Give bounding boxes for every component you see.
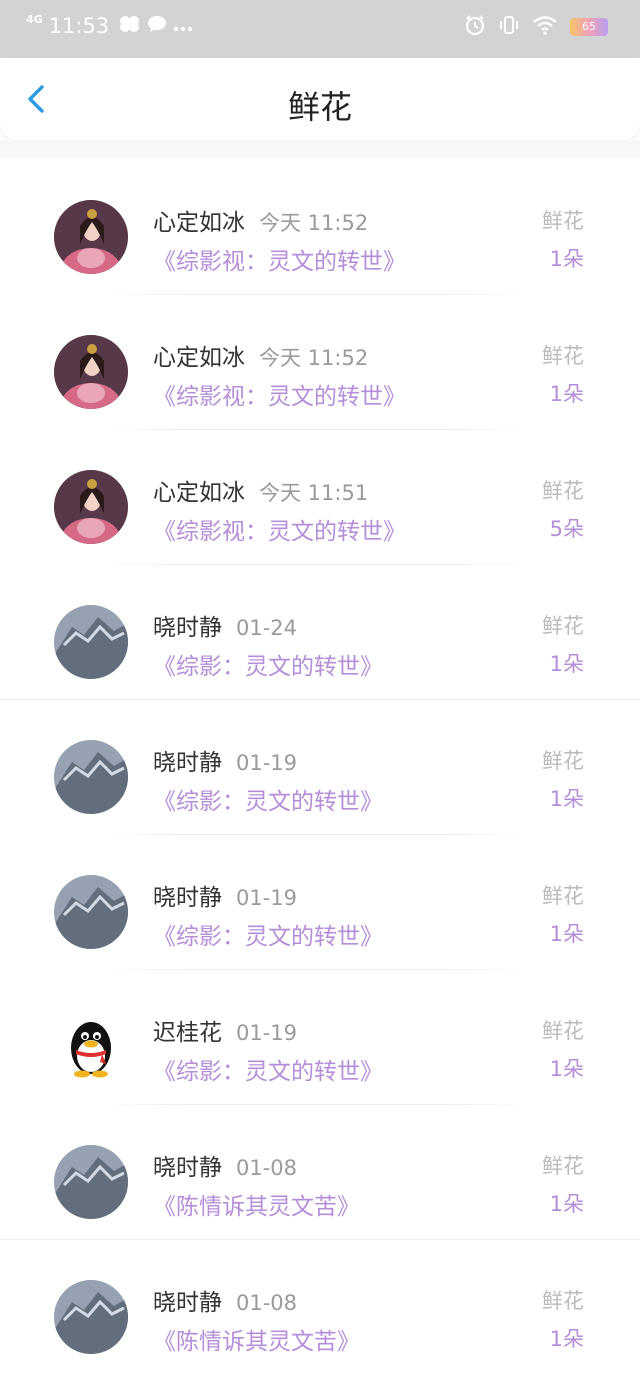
cloud-icon: [119, 15, 141, 38]
gift-type: 鲜花: [542, 1154, 584, 1178]
user-name: 晓时静 01-08: [153, 1148, 297, 1182]
list-item[interactable]: 晓时静 01-08 《陈情诉其灵文苦》 鲜花 1朵: [0, 1240, 640, 1375]
gift-type: 鲜花: [542, 884, 584, 908]
gift-type: 鲜花: [542, 344, 584, 368]
list-item[interactable]: 迟桂花 01-19 《综影：灵文的转世》 鲜花 1朵: [0, 970, 640, 1105]
user-name: 晓时静 01-19: [153, 878, 297, 912]
user-name-text: 晓时静: [153, 1155, 222, 1181]
avatar-mountain[interactable]: [54, 740, 128, 814]
avatar-girl[interactable]: [54, 335, 128, 409]
gift-count: 1朵: [549, 1192, 584, 1216]
user-name-text: 迟桂花: [153, 1020, 222, 1046]
timestamp: 今天 11:51: [259, 481, 369, 505]
avatar-girl[interactable]: [54, 200, 128, 274]
book-title[interactable]: 《综影视：灵文的转世》: [153, 377, 406, 411]
gift-count: 1朵: [549, 247, 584, 271]
gift-count: 1朵: [549, 922, 584, 946]
list-item[interactable]: 晓时静 01-19 《综影：灵文的转世》 鲜花 1朵: [0, 835, 640, 970]
timestamp: 01-19: [236, 751, 298, 775]
avatar-mountain[interactable]: [54, 605, 128, 679]
gift-count: 1朵: [549, 1057, 584, 1081]
user-name: 晓时静 01-24: [153, 608, 297, 642]
gift-type: 鲜花: [542, 614, 584, 638]
wifi-icon: [532, 15, 558, 39]
gift-count: 5朵: [549, 517, 584, 541]
status-bar: 4G 11:53 65: [0, 0, 640, 58]
avatar-mountain[interactable]: [54, 875, 128, 949]
avatar-girl[interactable]: [54, 470, 128, 544]
section-gap: [0, 140, 640, 158]
user-name: 心定如冰 今天 11:52: [153, 338, 368, 372]
page-header: 鲜花: [0, 58, 640, 140]
timestamp: 01-19: [236, 886, 298, 910]
book-title[interactable]: 《综影：灵文的转世》: [153, 917, 383, 951]
user-name-text: 晓时静: [153, 750, 222, 776]
gift-type: 鲜花: [542, 209, 584, 233]
user-name-text: 晓时静: [153, 1290, 222, 1316]
page-title: 鲜花: [287, 88, 352, 126]
avatar-mountain[interactable]: [54, 1145, 128, 1219]
status-right: 65: [464, 14, 608, 40]
status-time: 11:53: [48, 14, 110, 38]
message-icon: [147, 15, 167, 38]
user-name-text: 晓时静: [153, 885, 222, 911]
battery-indicator: 65: [570, 18, 608, 36]
gift-count: 1朵: [549, 787, 584, 811]
alarm-icon: [464, 14, 486, 40]
network-indicator: 4G: [26, 13, 43, 26]
avatar-mountain[interactable]: [54, 1280, 128, 1354]
gift-count: 1朵: [549, 1327, 584, 1351]
timestamp: 今天 11:52: [259, 346, 369, 370]
gift-count: 1朵: [549, 652, 584, 676]
user-name-text: 心定如冰: [153, 210, 245, 236]
list-item[interactable]: 晓时静 01-08 《陈情诉其灵文苦》 鲜花 1朵: [0, 1105, 640, 1240]
list-item[interactable]: 心定如冰 今天 11:52 《综影视：灵文的转世》 鲜花 1朵: [0, 160, 640, 295]
avatar-penguin[interactable]: [54, 1010, 128, 1084]
timestamp: 01-08: [236, 1291, 298, 1315]
gift-type: 鲜花: [542, 749, 584, 773]
more-icon: [173, 16, 193, 37]
user-name-text: 晓时静: [153, 615, 222, 641]
book-title[interactable]: 《综影：灵文的转世》: [153, 782, 383, 816]
flower-list: 心定如冰 今天 11:52 《综影视：灵文的转世》 鲜花 1朵 心定如冰 今天 11…: [0, 160, 640, 1375]
book-title[interactable]: 《综影视：灵文的转世》: [153, 512, 406, 546]
user-name: 心定如冰 今天 11:52: [153, 203, 368, 237]
user-name-text: 心定如冰: [153, 345, 245, 371]
book-title[interactable]: 《陈情诉其灵文苦》: [153, 1187, 360, 1221]
gift-type: 鲜花: [542, 1289, 584, 1313]
book-title[interactable]: 《综影：灵文的转世》: [153, 1052, 383, 1086]
list-item[interactable]: 心定如冰 今天 11:51 《综影视：灵文的转世》 鲜花 5朵: [0, 430, 640, 565]
user-name: 晓时静 01-19: [153, 743, 297, 777]
status-left: 4G 11:53: [26, 14, 199, 38]
timestamp: 01-08: [236, 1156, 298, 1180]
gift-type: 鲜花: [542, 479, 584, 503]
book-title[interactable]: 《综影：灵文的转世》: [153, 647, 383, 681]
user-name: 心定如冰 今天 11:51: [153, 473, 368, 507]
gift-count: 1朵: [549, 382, 584, 406]
list-item[interactable]: 心定如冰 今天 11:52 《综影视：灵文的转世》 鲜花 1朵: [0, 295, 640, 430]
user-name-text: 心定如冰: [153, 480, 245, 506]
user-name: 晓时静 01-08: [153, 1283, 297, 1317]
book-title[interactable]: 《综影视：灵文的转世》: [153, 242, 406, 276]
vibrate-icon: [498, 14, 520, 40]
timestamp: 01-19: [236, 1021, 298, 1045]
user-name: 迟桂花 01-19: [153, 1013, 297, 1047]
timestamp: 今天 11:52: [259, 211, 369, 235]
gift-type: 鲜花: [542, 1019, 584, 1043]
list-item[interactable]: 晓时静 01-24 《综影：灵文的转世》 鲜花 1朵: [0, 565, 640, 700]
timestamp: 01-24: [236, 616, 298, 640]
list-item[interactable]: 晓时静 01-19 《综影：灵文的转世》 鲜花 1朵: [0, 700, 640, 835]
